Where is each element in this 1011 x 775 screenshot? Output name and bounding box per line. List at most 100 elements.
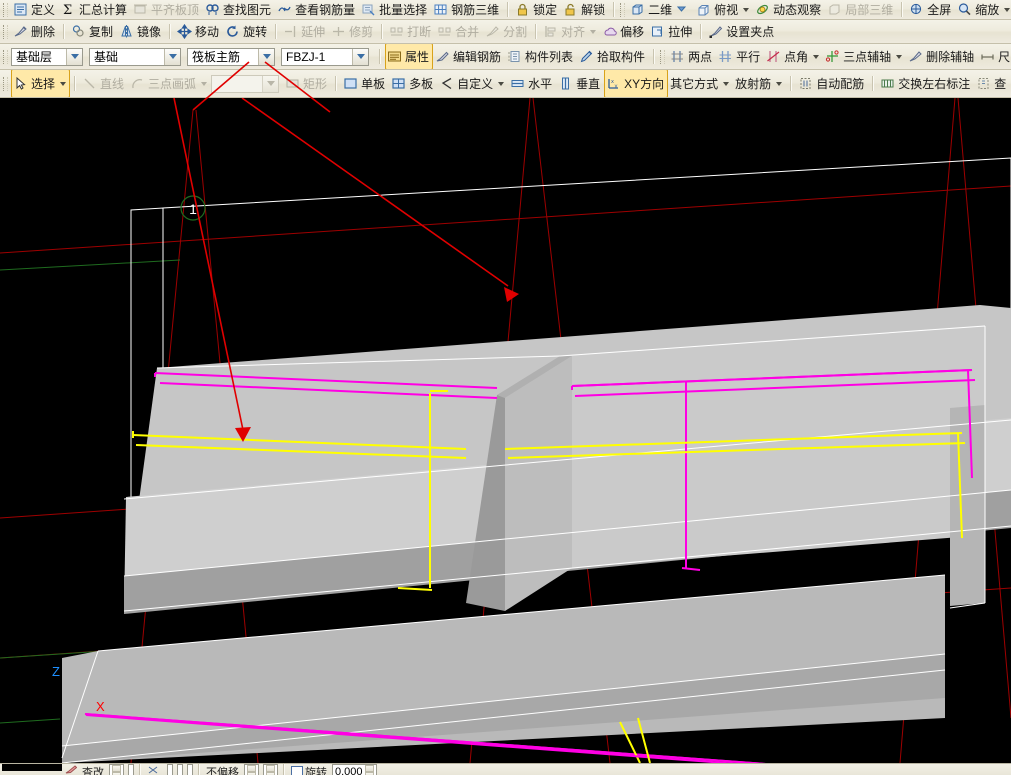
tb-dynamic-observe-button[interactable]: 动态观察 xyxy=(753,0,825,19)
tb-swap-annotation-button[interactable]: 交换左右标注 xyxy=(878,70,974,97)
chevron-down-icon[interactable] xyxy=(66,48,82,65)
status-box-4[interactable] xyxy=(177,764,183,775)
merge-icon xyxy=(437,24,452,39)
tb-multi-slab-button[interactable]: 多板 xyxy=(389,70,437,97)
status-box-1[interactable] xyxy=(109,764,124,775)
chevron-down-icon[interactable] xyxy=(1004,7,1011,12)
member-name-select-value: FBZJ-1 xyxy=(286,49,326,64)
toolbar-grip[interactable] xyxy=(3,2,8,17)
upper-slab-group[interactable] xyxy=(123,157,1011,614)
tb-find-element-button[interactable]: 查找图元 xyxy=(203,0,275,19)
toolbar-grip[interactable] xyxy=(620,2,626,17)
tb-other-method-button[interactable]: 其它方式 xyxy=(668,70,733,97)
axis-bubble-1[interactable]: 1 xyxy=(180,195,206,221)
tb-fullscreen-button[interactable]: 全屏 xyxy=(907,0,955,19)
3d-viewport[interactable]: 1 C Z Y X xyxy=(0,98,1011,763)
status-rotate-value-box[interactable]: 0.000 xyxy=(332,764,377,775)
tb-mirror-button[interactable]: 镜像 xyxy=(117,20,165,43)
tb-pick-component-button[interactable]: 拾取构件 xyxy=(577,44,649,69)
tb-copy-button[interactable]: 复制 xyxy=(69,20,117,43)
component-type-select[interactable]: 基础 xyxy=(89,47,181,66)
chevron-down-icon[interactable] xyxy=(723,81,730,86)
spinner-icon[interactable] xyxy=(112,765,121,775)
tb-horizontal-button[interactable]: 水平 xyxy=(508,70,556,97)
tb-lock-button[interactable]: 锁定 xyxy=(513,0,561,19)
split-icon xyxy=(485,24,500,39)
chevron-down-icon[interactable] xyxy=(164,48,180,65)
tb-set-grip-button[interactable]: 设置夹点 xyxy=(706,20,778,43)
tb-two-point-button[interactable]: 两点 xyxy=(668,44,716,69)
tb-select-button[interactable]: 选择 xyxy=(11,70,71,97)
tb-view-rebar-qty-button[interactable]: 查看钢筋量 xyxy=(275,0,359,19)
draw-parameter-input[interactable] xyxy=(211,74,280,93)
tb-custom-shape-button[interactable]: 自定义 xyxy=(437,70,508,97)
status-box-2[interactable] xyxy=(128,764,134,775)
tb-batch-select-button[interactable]: 批量选择 xyxy=(359,0,431,19)
tb-rebar-3d-button[interactable]: 钢筋三维 xyxy=(431,0,503,19)
chevron-down-icon[interactable] xyxy=(675,2,690,17)
chevron-down-icon[interactable] xyxy=(743,7,750,12)
tb-delete-axis-button[interactable]: 删除辅轴 xyxy=(906,44,978,69)
member-name-select[interactable]: FBZJ-1 xyxy=(281,47,369,66)
tb-stretch-button[interactable]: 拉伸 xyxy=(648,20,696,43)
tb-summary-calc-button[interactable]: Σ 汇总计算 xyxy=(59,0,131,19)
tb-mirror-label: 镜像 xyxy=(137,24,162,39)
chevron-down-icon[interactable] xyxy=(258,48,274,65)
tb-move-button[interactable]: 移动 xyxy=(175,20,223,43)
tb-top-view-button[interactable]: 俯视 xyxy=(694,0,753,19)
tb-ruler-button[interactable]: 尺 xyxy=(978,44,1011,69)
chevron-down-icon[interactable] xyxy=(262,75,279,92)
chevron-down-icon[interactable] xyxy=(896,54,903,59)
tb-point-angle-button[interactable]: 点角 xyxy=(764,44,823,69)
tb-offset-button[interactable]: 偏移 xyxy=(600,20,648,43)
tb-select-label: 选择 xyxy=(31,76,56,91)
tb-edit-rebar-button[interactable]: 编辑钢筋 xyxy=(433,44,505,69)
chevron-down-icon[interactable] xyxy=(813,54,820,59)
tb-three-point-axis-button[interactable]: 三点辅轴 xyxy=(823,44,906,69)
toolbar-grip[interactable] xyxy=(3,24,8,39)
tb-auto-rebar-label: 自动配筋 xyxy=(816,76,865,91)
status-box-7[interactable] xyxy=(263,764,278,775)
spinner-icon[interactable] xyxy=(247,765,256,775)
spinner-icon[interactable] xyxy=(364,765,374,775)
status-box-3[interactable] xyxy=(167,764,173,775)
tb-properties-button[interactable]: 属性 xyxy=(385,44,434,69)
tb-radial-rebar-button[interactable]: 放射筋 xyxy=(733,70,786,97)
view-2d-icon xyxy=(630,2,645,17)
floor-select-value: 基础层 xyxy=(16,50,53,64)
3d-scene[interactable]: 1 C Z Y X xyxy=(0,98,1011,763)
tb-zoom-button[interactable]: 缩放 xyxy=(955,0,1011,19)
status-box-5[interactable] xyxy=(187,764,193,775)
rotate-checkbox[interactable] xyxy=(291,766,303,775)
tb-define-button[interactable]: 定义 xyxy=(11,0,59,19)
tb-vertical-button[interactable]: 垂直 xyxy=(556,70,604,97)
tb-component-list-button[interactable]: 构件列表 xyxy=(505,44,577,69)
rebar-type-select[interactable]: 筏板主筋 xyxy=(187,47,275,66)
chevron-down-icon[interactable] xyxy=(498,81,505,86)
spinner-icon[interactable] xyxy=(266,765,275,775)
status-modify-item[interactable]: 查改 xyxy=(62,764,107,775)
tb-single-slab-button[interactable]: 单板 xyxy=(341,70,389,97)
status-rotate-value: 0.000 xyxy=(335,765,363,775)
floor-select[interactable]: 基础层 xyxy=(11,47,83,66)
tb-unlock-button[interactable]: 解锁 xyxy=(561,0,609,19)
tb-check-button[interactable]: 查 xyxy=(974,70,1010,97)
tb-parallel-button[interactable]: 平行 xyxy=(716,44,764,69)
chevron-down-icon[interactable] xyxy=(60,81,67,86)
toolbar-grip[interactable] xyxy=(3,49,8,64)
tb-auto-rebar-button[interactable]: 自动配筋 xyxy=(796,70,868,97)
chevron-down-icon[interactable] xyxy=(352,48,368,65)
toolbar-separator xyxy=(63,24,66,39)
status-box-6[interactable] xyxy=(244,764,259,775)
tb-view-2d-button[interactable]: 二维 xyxy=(628,0,694,19)
tb-delete-button[interactable]: 删除 xyxy=(11,20,59,43)
local-3d-icon xyxy=(827,2,842,17)
chevron-down-icon[interactable] xyxy=(776,81,783,86)
tb-split-button: 分割 xyxy=(483,20,531,43)
toolbar-grip[interactable] xyxy=(3,76,8,91)
tb-rotate-button[interactable]: 旋转 xyxy=(223,20,271,43)
toolbar-grip[interactable] xyxy=(660,49,666,64)
status-offset-item[interactable] xyxy=(144,764,165,775)
tb-xy-direction-button[interactable]: x y XY方向 xyxy=(604,70,669,97)
status-rotate-item[interactable]: 旋转 xyxy=(288,764,330,775)
